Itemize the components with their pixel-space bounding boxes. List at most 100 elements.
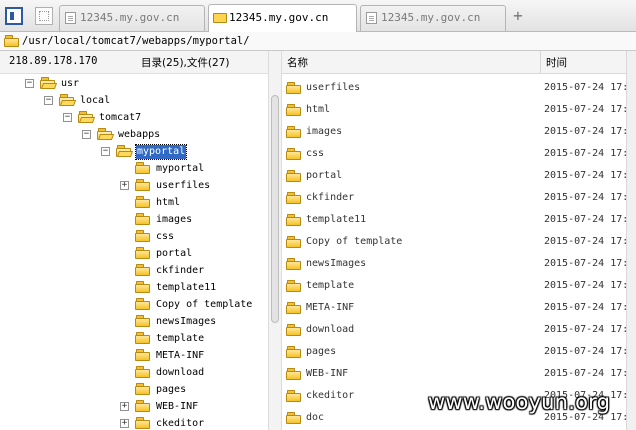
file-row[interactable]: Copy of template 2015-07-24 17:13 bbox=[282, 232, 636, 254]
panel-splitter[interactable] bbox=[268, 51, 282, 430]
folder-icon bbox=[286, 104, 302, 117]
collapse-icon[interactable]: − bbox=[63, 113, 72, 122]
folder-icon bbox=[286, 126, 302, 139]
file-row[interactable]: template 2015-07-24 17:13 bbox=[282, 276, 636, 298]
file-name: ckfinder bbox=[306, 192, 355, 203]
file-list-scrollbar[interactable] bbox=[626, 51, 636, 430]
tree-item[interactable]: + userfiles bbox=[0, 178, 268, 195]
tree-item[interactable]: − myportal bbox=[0, 144, 268, 161]
address-bar[interactable]: /usr/local/tomcat7/webapps/myportal/ bbox=[0, 32, 636, 51]
tab-group-button[interactable] bbox=[35, 7, 53, 25]
folder-icon bbox=[135, 366, 151, 379]
tree-item[interactable]: + ckeditor bbox=[0, 416, 268, 430]
open-folder-icon bbox=[78, 111, 94, 124]
file-row[interactable]: userfiles 2015-07-24 17:13 bbox=[282, 78, 636, 100]
file-name: download bbox=[306, 324, 355, 335]
folder-icon bbox=[286, 390, 302, 403]
file-list-panel: 名称 时间 userfiles 2015-07-24 17:13 html 2015-… bbox=[282, 51, 636, 430]
folder-icon bbox=[286, 148, 302, 161]
file-name: META-INF bbox=[306, 302, 355, 313]
folder-icon bbox=[135, 213, 151, 226]
folder-icon bbox=[135, 179, 151, 192]
file-row[interactable]: download 2015-07-24 17:13 bbox=[282, 320, 636, 342]
item-count: 目录(25),文件(27) bbox=[141, 57, 230, 69]
tree-item[interactable]: Copy of template bbox=[0, 297, 268, 314]
folder-icon bbox=[286, 170, 302, 183]
tree-item[interactable]: template11 bbox=[0, 280, 268, 297]
file-time: 2015-07-24 17:13 bbox=[544, 302, 636, 313]
tree-item[interactable]: − usr bbox=[0, 76, 268, 93]
file-name: html bbox=[306, 104, 331, 115]
folder-icon bbox=[286, 236, 302, 249]
file-row[interactable]: template11 2015-07-24 17:13 bbox=[282, 210, 636, 232]
tree-item[interactable]: ckfinder bbox=[0, 263, 268, 280]
folder-icon bbox=[135, 349, 151, 362]
folder-icon bbox=[286, 302, 302, 315]
expand-icon[interactable]: + bbox=[120, 419, 129, 428]
collapse-icon[interactable]: − bbox=[82, 130, 91, 139]
address-path[interactable]: /usr/local/tomcat7/webapps/myportal/ bbox=[22, 34, 250, 48]
file-row[interactable]: pages 2015-07-24 17:13 bbox=[282, 342, 636, 364]
expand-icon[interactable]: + bbox=[120, 181, 129, 190]
tree-item[interactable]: − webapps bbox=[0, 127, 268, 144]
tree-item[interactable]: portal bbox=[0, 246, 268, 263]
collapse-icon[interactable]: − bbox=[25, 79, 34, 88]
tree-item[interactable]: template bbox=[0, 331, 268, 348]
panel-icon bbox=[10, 12, 14, 20]
tree-item-label: template11 bbox=[156, 282, 217, 293]
column-divider[interactable] bbox=[540, 51, 541, 73]
sidebar-toggle-button[interactable] bbox=[5, 7, 23, 25]
tab-2[interactable]: 12345.my.gov.cn bbox=[208, 4, 357, 32]
tree-item[interactable]: myportal bbox=[0, 161, 268, 178]
file-row[interactable]: ckfinder 2015-07-24 17:13 bbox=[282, 188, 636, 210]
tree-item[interactable]: − tomcat7 bbox=[0, 110, 268, 127]
tabs-icon bbox=[39, 11, 49, 21]
folder-icon bbox=[135, 264, 151, 277]
file-time: 2015-07-24 17:13 bbox=[544, 280, 636, 291]
collapse-icon[interactable]: − bbox=[44, 96, 53, 105]
tab-1-label: 12345.my.gov.cn bbox=[80, 11, 180, 24]
file-row[interactable]: WEB-INF 2015-07-24 17:13 bbox=[282, 364, 636, 386]
tree-item-label: local bbox=[80, 95, 111, 106]
tree-item-label: WEB-INF bbox=[156, 401, 199, 412]
open-folder-icon bbox=[97, 128, 113, 141]
tree-item[interactable]: − local bbox=[0, 93, 268, 110]
tree-item[interactable]: css bbox=[0, 229, 268, 246]
tree-item[interactable]: newsImages bbox=[0, 314, 268, 331]
tree-item[interactable]: pages bbox=[0, 382, 268, 399]
collapse-icon[interactable]: − bbox=[101, 147, 110, 156]
tree-item[interactable]: download bbox=[0, 365, 268, 382]
file-row[interactable]: css 2015-07-24 17:13 bbox=[282, 144, 636, 166]
file-time: 2015-07-24 17:13 bbox=[544, 104, 636, 115]
tree-item[interactable]: + WEB-INF bbox=[0, 399, 268, 416]
file-row[interactable]: html 2015-07-24 17:13 bbox=[282, 100, 636, 122]
folder-icon bbox=[286, 258, 302, 271]
file-name: doc bbox=[306, 412, 325, 423]
column-header-name[interactable]: 名称 bbox=[287, 55, 308, 70]
tab-1[interactable]: 12345.my.gov.cn bbox=[59, 5, 205, 31]
new-tab-button[interactable]: + bbox=[510, 6, 526, 26]
tree-item-label: html bbox=[156, 197, 181, 208]
file-name: images bbox=[306, 126, 343, 137]
folder-icon bbox=[213, 13, 227, 23]
file-row[interactable]: META-INF 2015-07-24 17:13 bbox=[282, 298, 636, 320]
tab-3[interactable]: 12345.my.gov.cn bbox=[360, 5, 506, 31]
tree-scrollbar-thumb[interactable] bbox=[271, 95, 279, 323]
column-header-time[interactable]: 时间 bbox=[546, 55, 567, 70]
file-name: userfiles bbox=[306, 82, 361, 93]
tree-item[interactable]: META-INF bbox=[0, 348, 268, 365]
expand-icon[interactable]: + bbox=[120, 402, 129, 411]
tree-item[interactable]: html bbox=[0, 195, 268, 212]
tree-item-label: webapps bbox=[118, 129, 161, 140]
tree-item-label: ckfinder bbox=[156, 265, 205, 276]
file-name: newsImages bbox=[306, 258, 367, 269]
file-row[interactable]: images 2015-07-24 17:13 bbox=[282, 122, 636, 144]
page-icon bbox=[366, 12, 377, 24]
file-time: 2015-07-24 17:13 bbox=[544, 170, 636, 181]
file-row[interactable]: newsImages 2015-07-24 17:13 bbox=[282, 254, 636, 276]
folder-icon bbox=[135, 383, 151, 396]
file-row[interactable]: portal 2015-07-24 17:13 bbox=[282, 166, 636, 188]
tree-item-label: download bbox=[156, 367, 205, 378]
tree-item-label: images bbox=[156, 214, 193, 225]
tree-item[interactable]: images bbox=[0, 212, 268, 229]
